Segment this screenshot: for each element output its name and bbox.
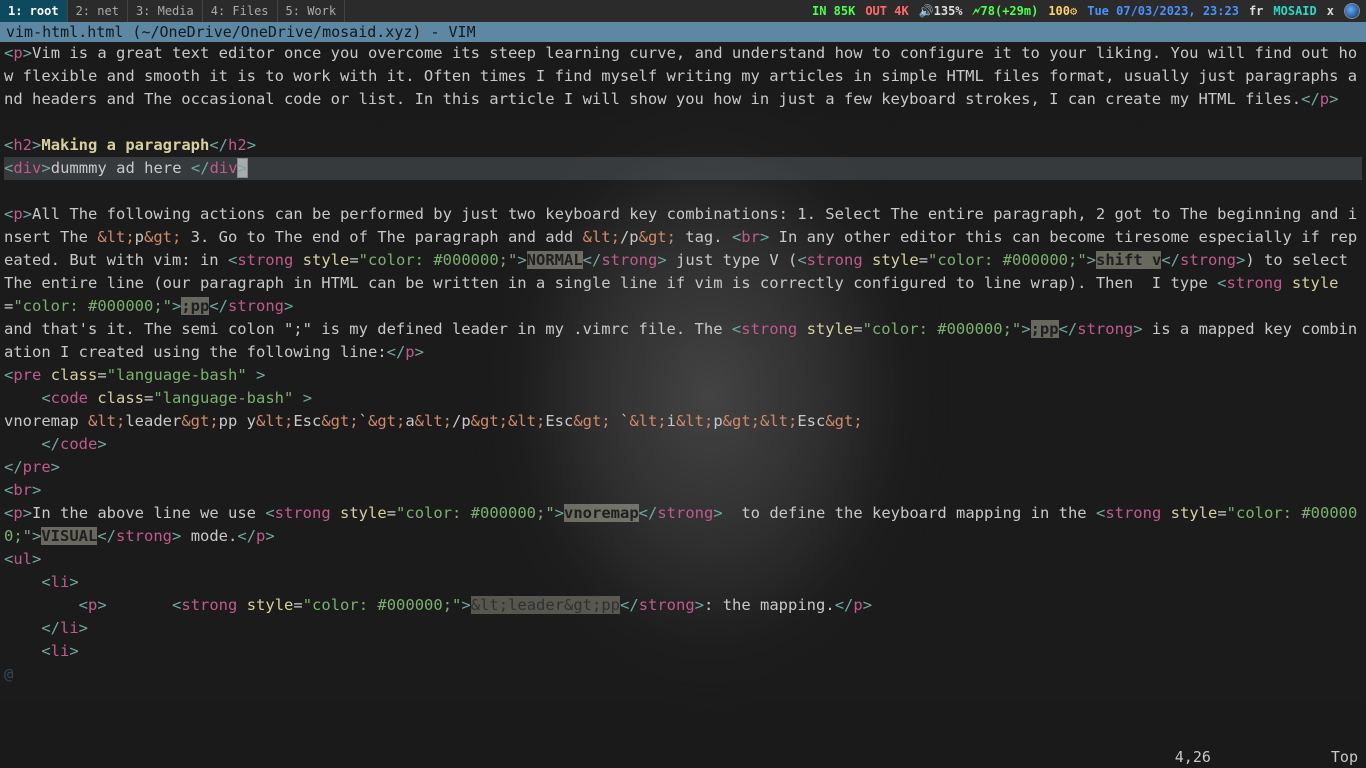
workspace-tab-3[interactable]: 3: Media bbox=[128, 0, 203, 22]
buffer-line[interactable]: <br> bbox=[4, 479, 1362, 502]
status-bar: 1: root 2: net 3: Media 4: Files 5: Work… bbox=[0, 0, 1366, 22]
buffer-line[interactable]: <h2>Making a paragraph</h2> bbox=[4, 134, 1362, 157]
buffer-line[interactable]: and that's it. The semi colon ";" is my … bbox=[4, 318, 1362, 364]
workspace-tab-1[interactable]: 1: root bbox=[0, 0, 68, 22]
buffer-line[interactable]: </li> bbox=[4, 617, 1362, 640]
keyboard-layout[interactable]: fr bbox=[1249, 4, 1263, 18]
buffer-line[interactable]: <p>Vim is a great text editor once you o… bbox=[4, 42, 1362, 111]
workspace-tab-2[interactable]: 2: net bbox=[68, 0, 128, 22]
volume-indicator[interactable]: 🔊135% bbox=[919, 4, 963, 18]
buffer-line[interactable]: <code class="language-bash" > bbox=[4, 387, 1362, 410]
buffer-line[interactable]: <p>All The following actions can be perf… bbox=[4, 203, 1362, 318]
buffer-line[interactable]: <pre class="language-bash" > bbox=[4, 364, 1362, 387]
workspace-tab-5[interactable]: 5: Work bbox=[278, 0, 346, 22]
close-icon[interactable]: x bbox=[1327, 4, 1334, 18]
net-in-indicator: IN 85K bbox=[812, 4, 855, 18]
vim-ruler: 4,26 Top bbox=[1175, 748, 1358, 766]
buffer-line[interactable]: <p>In the above line we use <strong styl… bbox=[4, 502, 1362, 548]
brand-label: MOSAID bbox=[1273, 4, 1316, 18]
buffer-line[interactable]: <div>dummmy ad here </div> bbox=[4, 157, 1362, 180]
status-right: IN 85K OUT 4K 🔊135% 🗲78(+29m) 100⚙ Tue 0… bbox=[812, 3, 1366, 19]
vim-window[interactable]: vim-html.html (~/OneDrive/OneDrive/mosai… bbox=[0, 22, 1366, 768]
workspace-tabs: 1: root 2: net 3: Media 4: Files 5: Work bbox=[0, 0, 345, 22]
buffer-line[interactable] bbox=[4, 111, 1362, 134]
buffer-line[interactable]: </pre> bbox=[4, 456, 1362, 479]
buffer-line[interactable] bbox=[4, 180, 1362, 203]
launcher-icon[interactable] bbox=[1344, 3, 1360, 19]
end-of-buffer-marker: @ bbox=[4, 663, 1362, 686]
vim-titlebar: vim-html.html (~/OneDrive/OneDrive/mosai… bbox=[0, 22, 1366, 42]
ruler-position: 4,26 bbox=[1175, 748, 1211, 766]
workspace-tab-4[interactable]: 4: Files bbox=[203, 0, 278, 22]
buffer-line[interactable]: <p> <strong style="color: #000000;">&lt;… bbox=[4, 594, 1362, 617]
buffer-line[interactable]: <ul> bbox=[4, 548, 1362, 571]
vim-buffer[interactable]: <p>Vim is a great text editor once you o… bbox=[0, 42, 1366, 686]
cpu-indicator: 100⚙ bbox=[1048, 4, 1077, 18]
net-out-indicator: OUT 4K bbox=[865, 4, 908, 18]
ruler-scroll: Top bbox=[1331, 748, 1358, 766]
buffer-line[interactable]: vnoremap &lt;leader&gt;pp y&lt;Esc&gt;`&… bbox=[4, 410, 1362, 433]
battery-indicator: 🗲78(+29m) bbox=[973, 4, 1039, 19]
buffer-line[interactable]: <li> bbox=[4, 571, 1362, 594]
clock: Tue 07/03/2023, 23:23 bbox=[1087, 4, 1239, 18]
buffer-line[interactable]: <li> bbox=[4, 640, 1362, 663]
buffer-line[interactable]: </code> bbox=[4, 433, 1362, 456]
